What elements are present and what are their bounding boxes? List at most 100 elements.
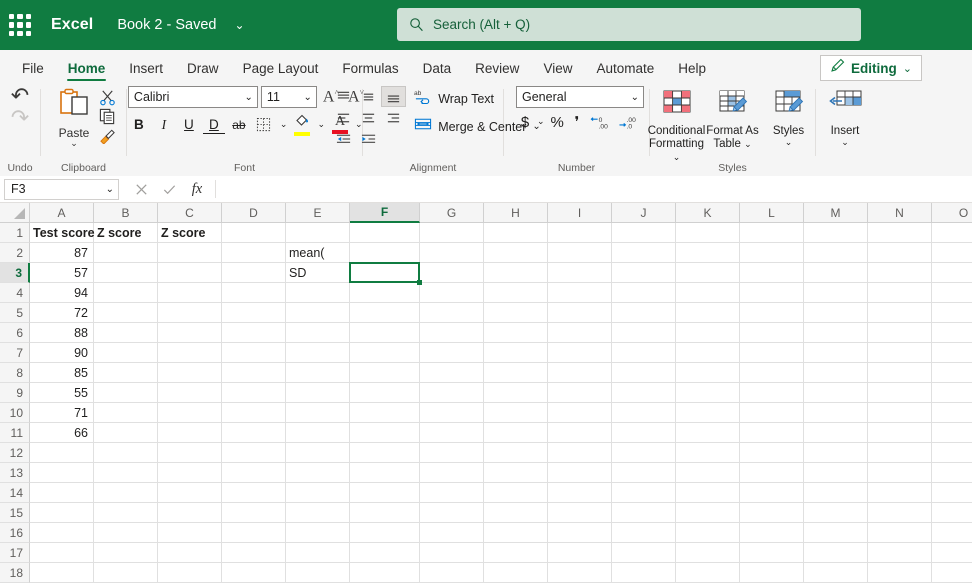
row-header-10[interactable]: 10	[0, 403, 30, 423]
cell-g1[interactable]	[420, 223, 484, 243]
tab-page-layout[interactable]: Page Layout	[231, 61, 331, 83]
tab-help[interactable]: Help	[666, 61, 718, 83]
cell-f3[interactable]	[350, 263, 420, 283]
cell-c8[interactable]	[158, 363, 222, 383]
cell-o17[interactable]	[932, 543, 972, 563]
select-all-corner[interactable]	[0, 203, 30, 223]
cell-f8[interactable]	[350, 363, 420, 383]
cell-d16[interactable]	[222, 523, 286, 543]
cell-f4[interactable]	[350, 283, 420, 303]
cell-l18[interactable]	[740, 563, 804, 583]
cell-a9[interactable]: 55	[30, 383, 94, 403]
insert-function-button[interactable]: fx	[183, 178, 211, 200]
italic-button[interactable]: I	[153, 114, 175, 135]
cell-l1[interactable]	[740, 223, 804, 243]
cell-a7[interactable]: 90	[30, 343, 94, 363]
name-box[interactable]: F3 ⌄	[4, 179, 119, 200]
cell-h15[interactable]	[484, 503, 548, 523]
cell-j2[interactable]	[612, 243, 676, 263]
cell-a12[interactable]	[30, 443, 94, 463]
paste-button[interactable]: Paste ⌄	[51, 88, 97, 149]
column-header-g[interactable]: G	[420, 203, 484, 223]
cell-b18[interactable]	[94, 563, 158, 583]
cell-m11[interactable]	[804, 423, 868, 443]
cell-styles-button[interactable]: Styles ⌄	[762, 88, 816, 148]
strikethrough-button[interactable]: ab	[228, 114, 250, 135]
cell-a1[interactable]: Test score	[30, 223, 94, 243]
cell-a15[interactable]	[30, 503, 94, 523]
cell-c2[interactable]	[158, 243, 222, 263]
cell-n17[interactable]	[868, 543, 932, 563]
cell-b4[interactable]	[94, 283, 158, 303]
cell-c15[interactable]	[158, 503, 222, 523]
column-header-d[interactable]: D	[222, 203, 286, 223]
column-header-i[interactable]: I	[548, 203, 612, 223]
cell-i6[interactable]	[548, 323, 612, 343]
cell-l7[interactable]	[740, 343, 804, 363]
cell-c13[interactable]	[158, 463, 222, 483]
cell-e2[interactable]: mean(	[286, 243, 350, 263]
align-middle-button[interactable]	[356, 86, 381, 107]
cell-i10[interactable]	[548, 403, 612, 423]
tab-data[interactable]: Data	[411, 61, 464, 83]
cell-m18[interactable]	[804, 563, 868, 583]
row-header-2[interactable]: 2	[0, 243, 30, 263]
cell-h10[interactable]	[484, 403, 548, 423]
cell-l10[interactable]	[740, 403, 804, 423]
cell-a5[interactable]: 72	[30, 303, 94, 323]
cell-m8[interactable]	[804, 363, 868, 383]
cell-l2[interactable]	[740, 243, 804, 263]
cell-i17[interactable]	[548, 543, 612, 563]
row-header-18[interactable]: 18	[0, 563, 30, 583]
cell-d1[interactable]	[222, 223, 286, 243]
cell-k11[interactable]	[676, 423, 740, 443]
cell-e8[interactable]	[286, 363, 350, 383]
cell-i11[interactable]	[548, 423, 612, 443]
cell-f18[interactable]	[350, 563, 420, 583]
cell-j15[interactable]	[612, 503, 676, 523]
double-underline-button[interactable]: D	[203, 116, 225, 134]
cell-g14[interactable]	[420, 483, 484, 503]
currency-format-button[interactable]: $	[516, 114, 534, 131]
cell-e18[interactable]	[286, 563, 350, 583]
cell-d2[interactable]	[222, 243, 286, 263]
align-left-button[interactable]	[331, 107, 356, 128]
cell-i12[interactable]	[548, 443, 612, 463]
document-title[interactable]: Book 2 - Saved	[117, 17, 216, 33]
cell-l13[interactable]	[740, 463, 804, 483]
copy-button[interactable]	[99, 108, 116, 125]
cell-d12[interactable]	[222, 443, 286, 463]
cell-i13[interactable]	[548, 463, 612, 483]
cell-m7[interactable]	[804, 343, 868, 363]
cell-l8[interactable]	[740, 363, 804, 383]
cell-c7[interactable]	[158, 343, 222, 363]
cell-o13[interactable]	[932, 463, 972, 483]
cell-m12[interactable]	[804, 443, 868, 463]
cell-o14[interactable]	[932, 483, 972, 503]
bold-button[interactable]: B	[128, 114, 150, 135]
cell-c3[interactable]	[158, 263, 222, 283]
cell-k4[interactable]	[676, 283, 740, 303]
formula-input[interactable]	[216, 179, 972, 200]
cell-a13[interactable]	[30, 463, 94, 483]
tab-formulas[interactable]: Formulas	[330, 61, 410, 83]
cell-l9[interactable]	[740, 383, 804, 403]
cell-l5[interactable]	[740, 303, 804, 323]
increase-indent-button[interactable]	[356, 128, 381, 149]
cell-o4[interactable]	[932, 283, 972, 303]
increase-decimal-button[interactable]: .00.0	[615, 114, 642, 131]
cell-b13[interactable]	[94, 463, 158, 483]
cell-j10[interactable]	[612, 403, 676, 423]
cell-f11[interactable]	[350, 423, 420, 443]
cell-a3[interactable]: 57	[30, 263, 94, 283]
cell-e11[interactable]	[286, 423, 350, 443]
cell-d6[interactable]	[222, 323, 286, 343]
app-launcher-icon[interactable]	[9, 14, 31, 36]
cell-h9[interactable]	[484, 383, 548, 403]
cell-o10[interactable]	[932, 403, 972, 423]
cell-m4[interactable]	[804, 283, 868, 303]
column-header-k[interactable]: K	[676, 203, 740, 223]
cell-k15[interactable]	[676, 503, 740, 523]
cell-m13[interactable]	[804, 463, 868, 483]
cell-b5[interactable]	[94, 303, 158, 323]
